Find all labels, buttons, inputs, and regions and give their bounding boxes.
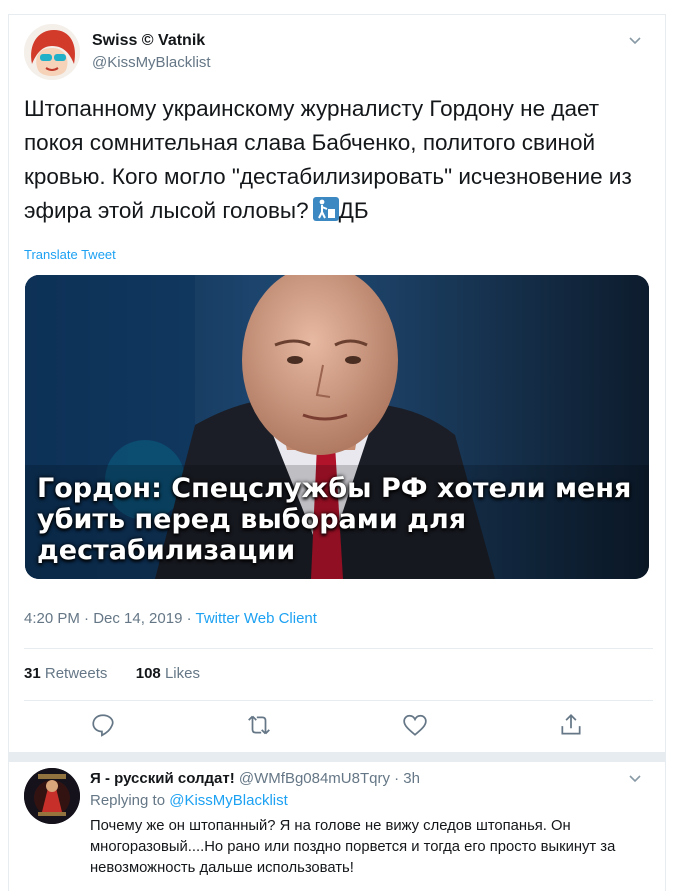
image-caption: Гордон: Спецслужбы РФ хотели меня убить … (37, 473, 632, 566)
reply-text: Почему же он штопанный? Я на голове не в… (90, 818, 616, 876)
tweet-timestamp[interactable]: 4:20 PM · Dec 14, 2019 · (24, 610, 192, 627)
divider (24, 648, 653, 649)
tweet-signature: ДБ (338, 198, 369, 223)
share-icon[interactable] (558, 712, 584, 738)
replying-to-handle[interactable]: @KissMyBlacklist (169, 792, 288, 809)
divider (24, 700, 653, 701)
retweets-label: Retweets (44, 665, 108, 682)
put-litter-in-its-place-emoji-icon (312, 197, 339, 221)
reply-header: Я - русский солдат! @WMfBg084mU8Tqry · 3… (90, 770, 420, 787)
likes-stat[interactable]: 108 Likes (136, 665, 200, 682)
translate-tweet-link[interactable]: Translate Tweet (24, 247, 116, 262)
likes-label: Likes (164, 665, 200, 682)
tweet-stats: 31 Retweets 108 Likes (24, 665, 200, 682)
replying-label: Replying to (90, 792, 166, 809)
reply-icon[interactable] (90, 712, 116, 738)
tweet-actions (0, 712, 681, 742)
retweet-icon[interactable] (246, 712, 272, 738)
author-handle[interactable]: @KissMyBlacklist (92, 54, 211, 71)
reply-author-handle[interactable]: @WMfBg084mU8Tqry · 3h (239, 770, 420, 787)
separator (8, 752, 666, 762)
replying-to: Replying to @KissMyBlacklist (90, 792, 288, 809)
retweets-stat[interactable]: 31 Retweets (24, 665, 107, 682)
tweet-client[interactable]: Twitter Web Client (196, 610, 317, 627)
tweet-meta: 4:20 PM · Dec 14, 2019 · Twitter Web Cli… (24, 610, 317, 627)
likes-count: 108 (135, 665, 161, 682)
chevron-down-icon[interactable] (625, 30, 645, 50)
reply-author-name[interactable]: Я - русский солдат! (90, 770, 235, 787)
retweets-count: 31 (24, 665, 41, 682)
author-avatar[interactable] (24, 24, 80, 80)
like-icon[interactable] (402, 712, 428, 738)
chevron-down-icon[interactable] (625, 768, 645, 788)
tweet-image[interactable]: Гордон: Спецслужбы РФ хотели меня убить … (25, 275, 649, 579)
reply-author-avatar[interactable] (24, 768, 80, 824)
tweet-text: Штопанному украинскому журналисту Гордон… (24, 92, 654, 228)
author-name[interactable]: Swiss © Vatnik (92, 32, 205, 50)
